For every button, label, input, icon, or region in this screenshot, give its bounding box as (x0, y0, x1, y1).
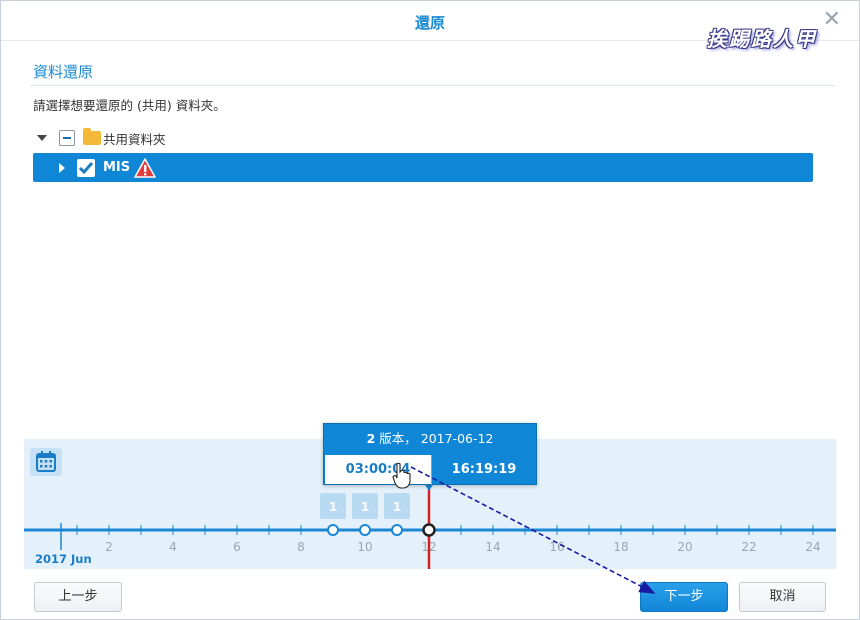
tick-label: 22 (741, 540, 756, 554)
tick-label: 2 (105, 540, 113, 554)
month-label: 2017 Jun (35, 552, 92, 566)
version-count: 2 (366, 431, 376, 446)
tick-label: 10 (357, 540, 372, 554)
version-date: 2017-06-12 (420, 431, 494, 446)
tick-label: 20 (677, 540, 692, 554)
prev-button[interactable]: 上一步 (34, 582, 122, 612)
next-button[interactable]: 下一步 (640, 582, 728, 612)
snapshot-point[interactable] (391, 524, 403, 536)
selected-snapshot-point[interactable] (422, 523, 436, 537)
tick-label: 8 (297, 540, 305, 554)
version-text: 版本， (379, 431, 417, 446)
tick-label: 18 (613, 540, 628, 554)
tick-label: 16 (549, 540, 564, 554)
snapshot-count: 1 (329, 500, 337, 514)
popup-times: 03:00:04 16:19:19 (324, 455, 536, 485)
version-popup: 2 版本， 2017-06-12 03:00:04 16:19:19 (323, 423, 537, 485)
tick-label: 4 (169, 540, 177, 554)
tick-label: 6 (233, 540, 241, 554)
snapshot-point[interactable] (359, 524, 371, 536)
timeline-axis[interactable]: 2017 Jun 24681012141618202224 111 (1, 1, 860, 620)
snapshot-point[interactable] (327, 524, 339, 536)
cancel-button[interactable]: 取消 (739, 582, 826, 612)
popup-header: 2 版本， 2017-06-12 (324, 424, 536, 454)
version-time-1[interactable]: 03:00:04 (325, 455, 431, 484)
snapshot-count: 1 (361, 500, 369, 514)
restore-dialog: 還原 ✕ 挨踢路人甲 資料還原 請選擇想要還原的 (共用) 資料夾。 共用資料夾… (0, 0, 860, 620)
snapshot-count: 1 (393, 500, 401, 514)
version-time-2[interactable]: 16:19:19 (431, 455, 536, 485)
tick-label: 24 (805, 540, 820, 554)
snapshot-group[interactable]: 1 1 1 (320, 483, 436, 569)
tick-label: 14 (485, 540, 500, 554)
